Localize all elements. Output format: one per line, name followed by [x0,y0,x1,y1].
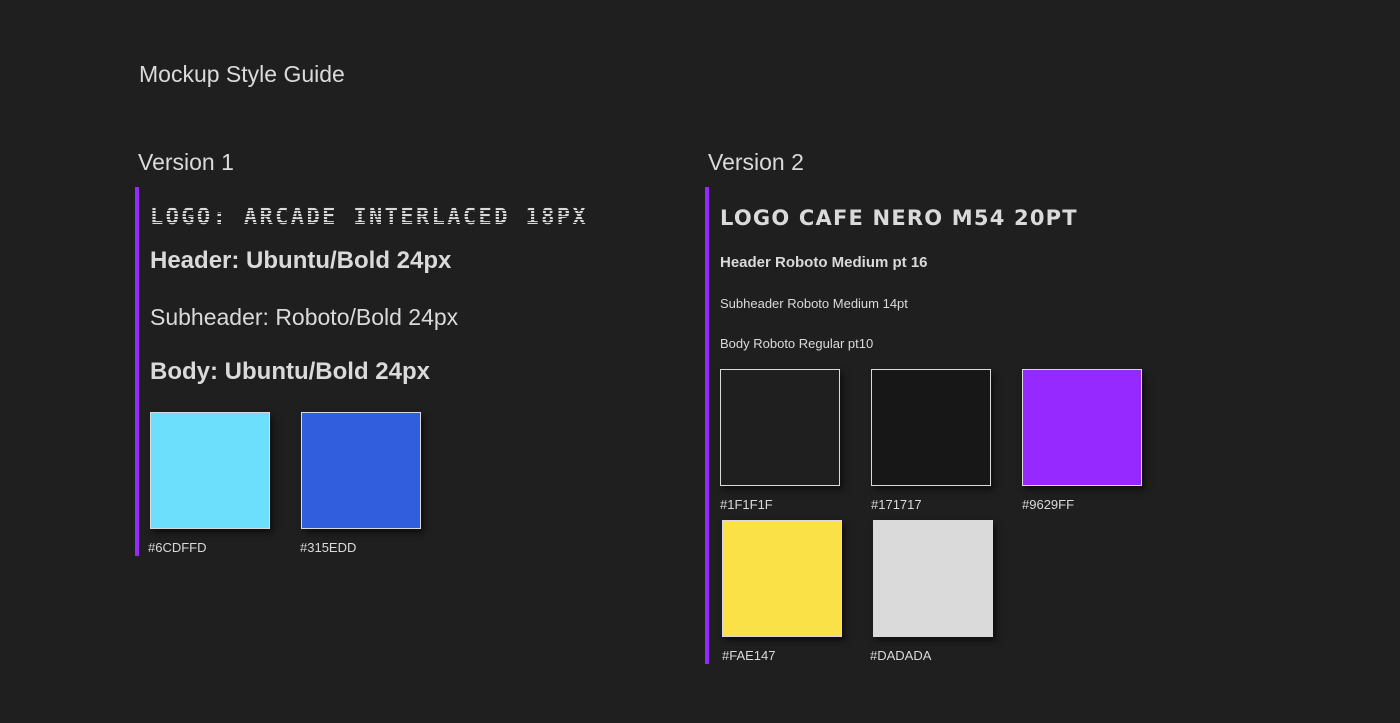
swatch-9629ff [1022,369,1142,486]
swatch-315edd [301,412,421,529]
version2-title: Version 2 [708,149,804,175]
swatch-1f1f1f [720,369,840,486]
swatch-label-315edd: #315EDD [300,540,357,555]
swatch-label-6cdffd: #6CDFFD [148,540,207,555]
version1-subheader-sample: Subheader: Roboto/Bold 24px [150,304,459,330]
swatch-label-1f1f1f: #1F1F1F [720,497,773,512]
swatch-dadada [873,520,993,637]
page-title: Mockup Style Guide [139,61,345,87]
swatch-label-fae147: #FAE147 [722,648,776,663]
version1-logo-text: Logo: Arcade Interlaced 18px [150,205,589,230]
swatch-171717 [871,369,991,486]
version1-accent-bar [135,187,139,556]
version2-header-sample: Header Roboto Medium pt 16 [720,254,928,271]
swatch-label-171717: #171717 [871,497,922,512]
version1-header-sample: Header: Ubuntu/Bold 24px [150,247,452,274]
swatch-6cdffd [150,412,270,529]
swatch-label-9629ff: #9629FF [1022,497,1075,512]
version2-body-sample: Body Roboto Regular pt10 [720,336,874,351]
version2-accent-bar [705,187,709,664]
version1-logo-sample: Logo: Arcade Interlaced 18px [150,205,589,230]
version1-title: Version 1 [138,149,234,175]
version1-body-sample: Body: Ubuntu/Bold 24px [150,358,430,385]
swatch-label-dadada: #DADADA [870,648,932,663]
version2-subheader-sample: Subheader Roboto Medium 14pt [720,296,908,311]
version2-logo-sample: Logo Cafe Nero M54 20pt [720,206,1078,230]
swatch-fae147 [722,520,842,637]
